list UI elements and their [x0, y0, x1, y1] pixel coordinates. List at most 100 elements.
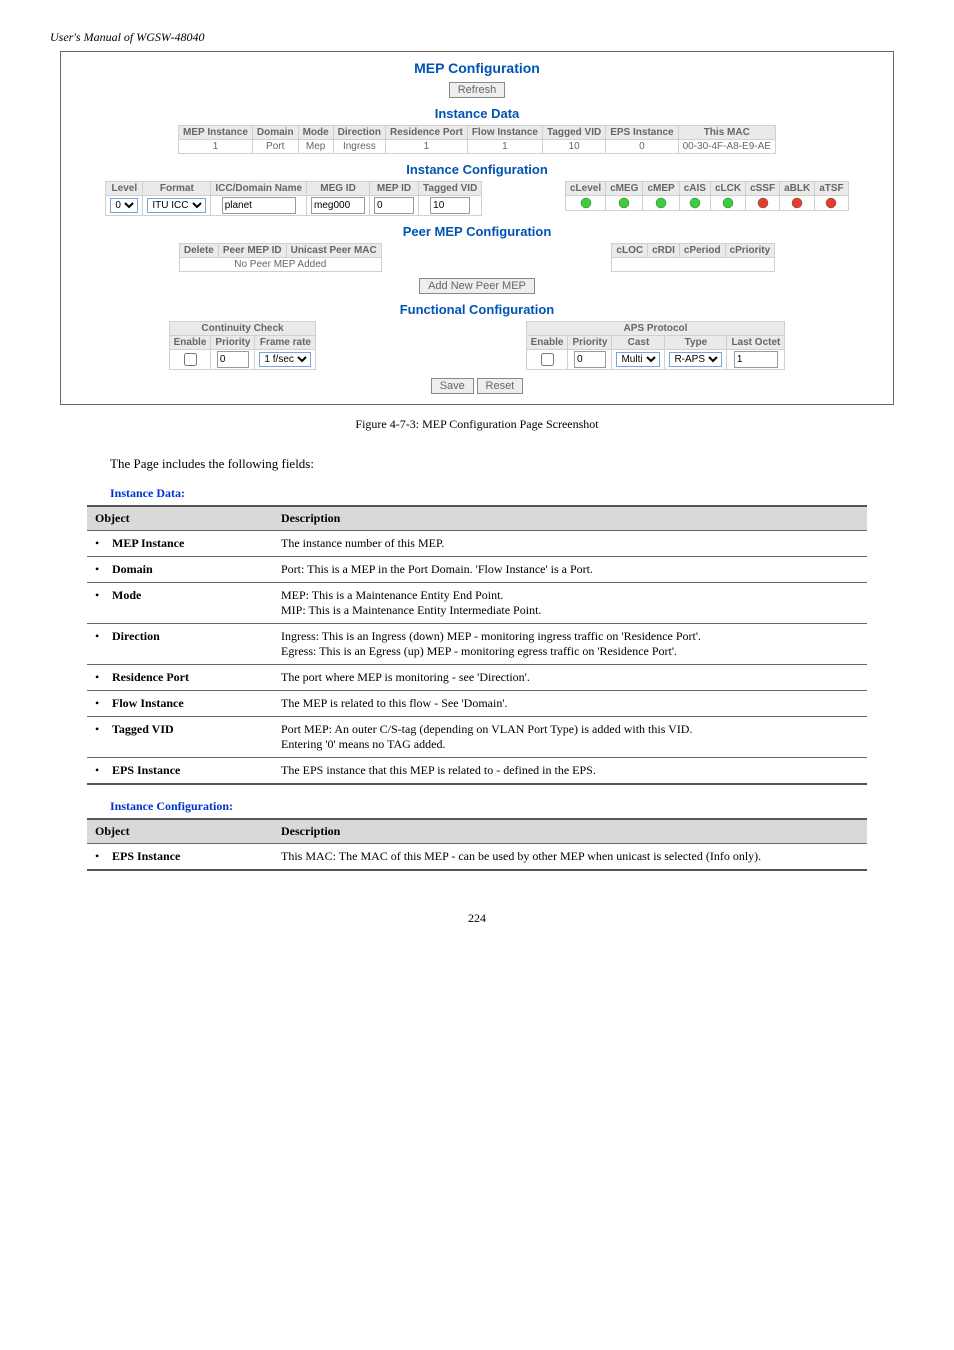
- figure-caption: Figure 4-7-3: MEP Configuration Page Scr…: [50, 417, 904, 432]
- status-led: [643, 196, 679, 211]
- th-cpriority: cPriority: [725, 244, 775, 258]
- level-select[interactable]: 0: [110, 198, 138, 213]
- aps-th-enable: Enable: [526, 336, 568, 350]
- th-eps: EPS Instance: [606, 126, 678, 140]
- intro-text: The Page includes the following fields:: [110, 456, 844, 472]
- figure-title: MEP Configuration: [65, 60, 889, 76]
- obj-cell-desc: Port MEP: An outer C/S-tag (depending on…: [273, 717, 867, 758]
- status-led: [606, 196, 643, 211]
- obj-cell-desc: MEP: This is a Maintenance Entity End Po…: [273, 583, 867, 624]
- aps-th-prio: Priority: [568, 336, 612, 350]
- obj-table-instance-data: Object Description • MEP InstanceThe ins…: [87, 505, 867, 785]
- td-direction: Ingress: [333, 140, 385, 154]
- th-tvid: Tagged VID: [419, 182, 482, 196]
- obj-cell-object: • Residence Port: [87, 665, 273, 691]
- th-icc: ICC/Domain Name: [211, 182, 307, 196]
- obj2-hdr-object: Object: [87, 819, 273, 844]
- aps-th-last: Last Octet: [727, 336, 785, 350]
- obj-cell-object: • Flow Instance: [87, 691, 273, 717]
- th-direction: Direction: [333, 126, 385, 140]
- obj-title-instance-data: Instance Data:: [110, 486, 904, 501]
- obj-title-instance-cfg: Instance Configuration:: [110, 799, 904, 814]
- obj-cell-object: • Mode: [87, 583, 273, 624]
- aps-title: APS Protocol: [526, 322, 785, 336]
- obj-cell-desc: The EPS instance that this MEP is relate…: [273, 758, 867, 785]
- aps-prio-input[interactable]: [574, 351, 606, 368]
- td-mode: Mep: [298, 140, 333, 154]
- th-mepid: MEP ID: [370, 182, 419, 196]
- format-select[interactable]: ITU ICC: [147, 198, 206, 213]
- th-cloc: cLOC: [612, 244, 648, 258]
- obj-hdr-object: Object: [87, 506, 273, 531]
- obj-table-instance-cfg: Object Description • EPS InstanceThis MA…: [87, 818, 867, 871]
- add-peer-button[interactable]: Add New Peer MEP: [419, 278, 535, 294]
- obj-cell-desc: Ingress: This is an Ingress (down) MEP -…: [273, 624, 867, 665]
- save-button[interactable]: Save: [431, 378, 474, 394]
- manual-title: User's Manual of WGSW-48040: [50, 30, 904, 45]
- th-delete: Delete: [179, 244, 218, 258]
- instance-cfg-left: Level Format ICC/Domain Name MEG ID MEP …: [105, 181, 482, 216]
- tvid-input[interactable]: [430, 197, 470, 214]
- obj-cell-desc: Port: This is a MEP in the Port Domain. …: [273, 557, 867, 583]
- obj-cell-desc: The MEP is related to this flow - See 'D…: [273, 691, 867, 717]
- aps-th-type: Type: [665, 336, 727, 350]
- cc-th-prio: Priority: [211, 336, 255, 350]
- aps-type-select[interactable]: R-APS: [669, 352, 722, 367]
- page-number: 224: [50, 911, 904, 926]
- aps-last-input[interactable]: [734, 351, 778, 368]
- obj-cell-object: • EPS Instance: [87, 844, 273, 871]
- th-peermepid: Peer MEP ID: [218, 244, 286, 258]
- status-led: [710, 196, 745, 211]
- mepid-input[interactable]: [374, 197, 414, 214]
- obj-hdr-desc: Description: [273, 506, 867, 531]
- meg-input[interactable]: [311, 197, 365, 214]
- section-instance-cfg: Instance Configuration: [65, 162, 889, 177]
- reset-button[interactable]: Reset: [477, 378, 524, 394]
- mep-config-figure: MEP Configuration Refresh Instance Data …: [60, 51, 894, 405]
- section-instance-data: Instance Data: [65, 106, 889, 121]
- td-flow: 1: [467, 140, 542, 154]
- th-domain: Domain: [252, 126, 298, 140]
- obj2-hdr-desc: Description: [273, 819, 867, 844]
- th-unicast: Unicast Peer MAC: [286, 244, 381, 258]
- cc-prio-input[interactable]: [217, 351, 249, 368]
- td-mep-instance: 1: [179, 140, 253, 154]
- th-mac: This MAC: [678, 126, 775, 140]
- cc-enable-checkbox[interactable]: [184, 353, 197, 366]
- aps-table: APS Protocol Enable Priority Cast Type L…: [526, 321, 786, 370]
- th-format: Format: [143, 182, 211, 196]
- refresh-button[interactable]: Refresh: [449, 82, 506, 98]
- obj-cell-object: • Tagged VID: [87, 717, 273, 758]
- icc-input[interactable]: [222, 197, 296, 214]
- th-flow: Flow Instance: [467, 126, 542, 140]
- th-atsf: aTSF: [815, 182, 848, 196]
- status-led: [815, 196, 848, 211]
- td-eps: 0: [606, 140, 678, 154]
- th-mode: Mode: [298, 126, 333, 140]
- status-led: [746, 196, 780, 211]
- status-led: [780, 196, 815, 211]
- cc-th-rate: Frame rate: [255, 336, 316, 350]
- aps-th-cast: Cast: [612, 336, 665, 350]
- peer-right: cLOC cRDI cPeriod cPriority: [611, 243, 775, 272]
- th-cais: cAIS: [679, 182, 710, 196]
- th-vid: Tagged VID: [542, 126, 605, 140]
- td-vid: 10: [542, 140, 605, 154]
- obj-cell-object: • EPS Instance: [87, 758, 273, 785]
- th-mep-instance: MEP Instance: [179, 126, 253, 140]
- cc-title: Continuity Check: [169, 322, 316, 336]
- aps-enable-checkbox[interactable]: [541, 353, 554, 366]
- td-mac: 00-30-4F-A8-E9-AE: [678, 140, 775, 154]
- td-domain: Port: [252, 140, 298, 154]
- aps-cast-select[interactable]: Multi: [616, 352, 660, 367]
- peer-empty: No Peer MEP Added: [179, 258, 381, 272]
- td-resport: 1: [386, 140, 468, 154]
- obj-cell-object: • Direction: [87, 624, 273, 665]
- section-func: Functional Configuration: [65, 302, 889, 317]
- instance-data-table: MEP Instance Domain Mode Direction Resid…: [178, 125, 776, 154]
- status-led: [565, 196, 605, 211]
- obj-cell-desc: The port where MEP is monitoring - see '…: [273, 665, 867, 691]
- cc-rate-select[interactable]: 1 f/sec: [259, 352, 311, 367]
- cc-table: Continuity Check Enable Priority Frame r…: [169, 321, 317, 370]
- cc-th-enable: Enable: [169, 336, 211, 350]
